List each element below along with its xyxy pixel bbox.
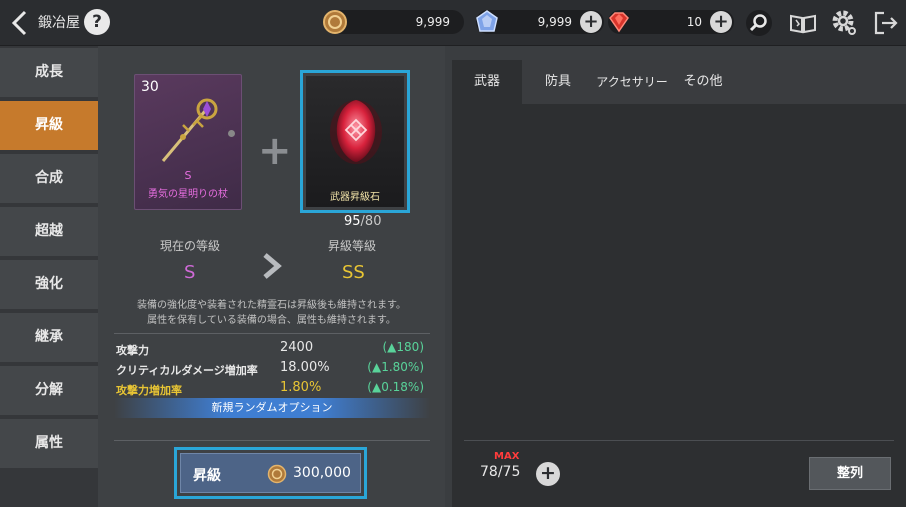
stat-name: クリティカルダメージ増加率 xyxy=(116,364,258,377)
sidebar: 成長 昇級 合成 超越 強化 継承 分解 属性 xyxy=(0,46,98,507)
tab-armor[interactable]: 防具 xyxy=(536,60,580,104)
current-grade-value: S xyxy=(184,262,196,283)
exit-icon[interactable] xyxy=(872,9,900,37)
sidebar-item-attribute[interactable]: 属性 xyxy=(0,419,98,468)
top-bar: 鍛冶屋 ? 9,999 9,999 + 10 + xyxy=(0,0,906,46)
add-crystal-button[interactable]: + xyxy=(580,11,602,33)
stat-name: 攻撃力増加率 xyxy=(116,384,182,397)
material-owned: 95 xyxy=(344,214,361,229)
crystal-currency: 9,999 + xyxy=(476,10,604,34)
staff-icon xyxy=(161,98,218,162)
add-gem-button[interactable]: + xyxy=(710,11,732,33)
help-button[interactable]: ? xyxy=(84,9,110,35)
stat-delta: (▲1.80%) xyxy=(367,360,424,374)
sidebar-item-synthesis[interactable]: 合成 xyxy=(0,154,98,203)
material-count: 95/80 xyxy=(344,214,381,229)
stat-row-attack: 攻撃力 2400 (▲180) xyxy=(114,340,430,358)
stat-name: 攻撃力 xyxy=(116,344,149,357)
plus-icon: + xyxy=(258,128,292,174)
max-tag: MAX xyxy=(494,451,520,462)
material-slot-highlight[interactable]: 武器昇級石 xyxy=(300,70,410,213)
button-divider xyxy=(114,440,430,441)
tab-weapon[interactable]: 武器 xyxy=(452,60,522,104)
sidebar-item-inherit[interactable]: 継承 xyxy=(0,313,98,362)
material-name: 武器昇級石 xyxy=(330,192,380,203)
material-required: /80 xyxy=(360,214,382,229)
upgrade-stone-icon xyxy=(330,100,382,164)
crystal-amount: 9,999 xyxy=(537,15,572,29)
material-slot[interactable]: 武器昇級石 xyxy=(306,76,404,207)
tab-other[interactable]: その他 xyxy=(678,60,728,104)
gold-coin-icon xyxy=(267,464,287,484)
upgrade-cost: 300,000 xyxy=(293,465,351,481)
sidebar-item-transcend[interactable]: 超越 xyxy=(0,207,98,256)
stat-value: 2400 xyxy=(280,340,314,355)
next-grade-label: 昇級等級 xyxy=(328,239,377,253)
equipment-name: 勇気の星明りの杖 xyxy=(148,189,228,200)
equipment-grade: S xyxy=(184,169,192,182)
blue-crystal-icon xyxy=(476,10,498,32)
upgrade-panel: 30 S 勇気の星明りの杖 + 武器昇級石 95/80 現在の等級 昇級等級 S… xyxy=(98,46,445,507)
sidebar-item-upgrade[interactable]: 昇級 xyxy=(0,101,98,150)
sidebar-item-enhance[interactable]: 強化 xyxy=(0,260,98,309)
tab-accessory[interactable]: アクセサリー xyxy=(592,60,672,104)
next-grade-value: SS xyxy=(342,262,365,283)
gear-icon[interactable] xyxy=(830,9,858,37)
upgrade-note-line2: 属性を保有している装備の場合、属性も維持されます。 xyxy=(147,315,396,326)
gem-currency: 10 + xyxy=(608,10,734,34)
page-title: 鍛冶屋 xyxy=(38,15,80,31)
chevron-right-icon xyxy=(263,253,282,279)
upgrade-button-label: 昇級 xyxy=(193,468,221,484)
gold-currency: 9,999 xyxy=(323,10,464,34)
inventory-tabs: 武器 防具 アクセサリー その他 xyxy=(452,60,906,104)
new-random-option-bar: 新規ランダムオプション xyxy=(114,398,430,418)
stat-delta: (▲0.18%) xyxy=(367,380,424,394)
stat-row-crit-damage: クリティカルダメージ増加率 18.00% (▲1.80%) xyxy=(114,360,430,378)
stat-value: 18.00% xyxy=(280,360,330,375)
search-icon[interactable] xyxy=(745,9,773,37)
upgrade-note-line1: 装備の強化度や装着された精霊石は昇級後も維持されます。 xyxy=(137,300,406,311)
equipment-level: 30 xyxy=(141,79,159,95)
red-gem-icon xyxy=(609,12,629,33)
inventory-capacity: 78/75 xyxy=(480,464,521,480)
expand-inventory-button[interactable]: + xyxy=(536,462,560,486)
slot-indicator-dot xyxy=(228,130,235,137)
upgrade-button[interactable]: 昇級 300,000 xyxy=(180,453,361,493)
equipment-slot[interactable]: 30 S 勇気の星明りの杖 xyxy=(134,74,242,210)
back-arrow-icon[interactable] xyxy=(10,10,30,36)
stat-delta: (▲180) xyxy=(382,340,425,354)
sort-button[interactable]: 整列 xyxy=(809,457,891,490)
gem-amount: 10 xyxy=(686,15,702,29)
book-icon[interactable] xyxy=(788,9,818,37)
inventory-divider xyxy=(464,440,894,441)
stat-row-attack-rate: 攻撃力増加率 1.80% (▲0.18%) xyxy=(114,380,430,398)
sidebar-item-growth[interactable]: 成長 xyxy=(0,48,98,97)
sidebar-item-disassemble[interactable]: 分解 xyxy=(0,366,98,415)
gold-amount: 9,999 xyxy=(415,15,450,29)
inventory-panel: 武器 防具 アクセサリー その他 MAX 78/75 + 整列 xyxy=(452,60,906,507)
stat-value: 1.80% xyxy=(280,380,322,395)
current-grade-label: 現在の等級 xyxy=(160,239,221,253)
gold-coin-icon xyxy=(323,10,347,34)
upgrade-button-highlight[interactable]: 昇級 300,000 xyxy=(174,447,367,499)
stats-divider xyxy=(114,333,430,334)
